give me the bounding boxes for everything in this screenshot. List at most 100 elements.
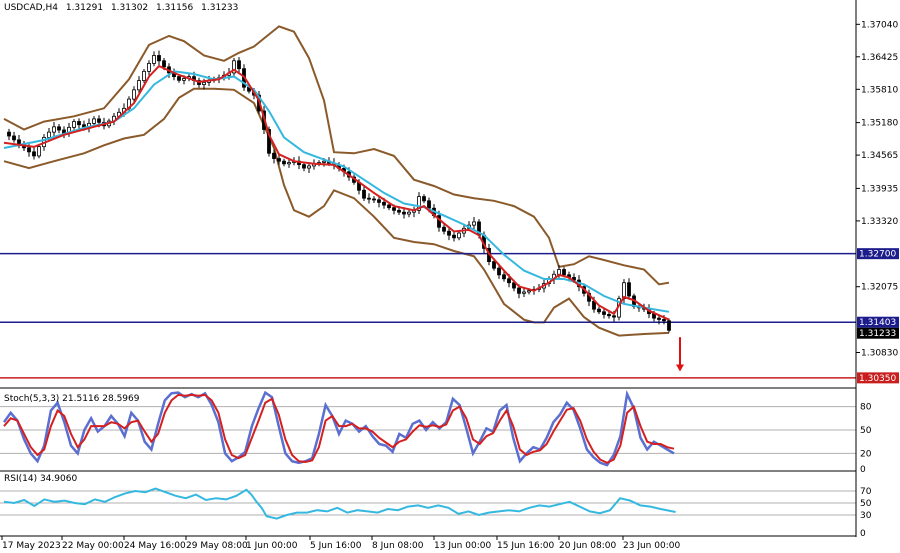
time-tick-label: 1 Jun 00:00: [246, 541, 298, 551]
candle-body: [37, 146, 41, 157]
candle-body: [557, 269, 561, 275]
candle-body: [597, 308, 601, 313]
symbol-label: USDCAD,H4: [4, 3, 58, 13]
candle-body: [602, 311, 606, 315]
candle-body: [612, 315, 616, 318]
candle-body: [322, 160, 326, 163]
level-tag-label-0: 1.32700: [859, 250, 896, 260]
level-tag-label-2: 1.31233: [859, 329, 896, 339]
price-tick-label: 1.37040: [861, 20, 898, 30]
candle-body: [517, 287, 521, 294]
time-tick-label: 22 May 00:00: [62, 541, 124, 551]
stoch-tick-label: 50: [860, 426, 872, 436]
candle-body: [97, 118, 101, 123]
level-tag-label-1: 1.31403: [859, 318, 896, 328]
candle-body: [392, 207, 396, 211]
candle-body: [527, 290, 531, 293]
candle-body: [522, 291, 526, 294]
rsi-tick-label: 0: [860, 529, 866, 539]
candle-body: [147, 63, 151, 72]
rsi-tick-label: 70: [860, 487, 872, 497]
candle-body: [502, 274, 506, 280]
candle-body: [12, 135, 16, 141]
candle-body: [497, 267, 501, 276]
candle-body: [607, 314, 611, 317]
price-tick-label: 1.33935: [861, 184, 898, 194]
candle-body: [202, 82, 206, 85]
time-tick-label: 24 May 16:00: [124, 541, 186, 551]
candle-body: [367, 197, 371, 200]
stoch-tick-label: 80: [860, 403, 872, 413]
candle-body: [137, 80, 141, 91]
candle-body: [562, 269, 566, 276]
candle-body: [17, 139, 21, 145]
rsi-label: RSI(14) 34.9060: [4, 474, 77, 484]
candle-body: [182, 78, 186, 81]
candle-body: [452, 234, 456, 239]
price-tick-label: 1.33320: [861, 217, 898, 227]
candle-body: [32, 151, 36, 157]
candle-body: [47, 131, 51, 138]
close-value: 1.31233: [201, 3, 238, 13]
candle-body: [457, 232, 461, 239]
candle-body: [237, 60, 241, 70]
candle-body: [397, 209, 401, 213]
candle-body: [627, 282, 631, 297]
candle-body: [287, 162, 291, 165]
candle-body: [402, 211, 406, 215]
time-tick-label: 23 Jun 00:00: [623, 541, 680, 551]
candle-body: [77, 121, 81, 126]
usdcad-chart: 1.37040 1.36425 1.35810 1.35180 1.34565 1.339…: [0, 0, 900, 553]
candle-body: [442, 226, 446, 232]
candle-body: [382, 202, 386, 206]
time-tick-label: 5 Jun 16:00: [310, 541, 362, 551]
price-tick-label: 1.34565: [861, 151, 898, 161]
candle-body: [427, 200, 431, 209]
candle-body: [92, 118, 96, 124]
candle-body: [657, 317, 661, 320]
stochastic-label: Stoch(5,3,3) 21.5116 28.5969: [4, 394, 140, 404]
price-tick-label: 1.35180: [861, 119, 898, 129]
candle-body: [272, 152, 276, 159]
candle-body: [422, 196, 426, 202]
price-tick-label: 1.36425: [861, 53, 898, 63]
rsi-tick-label: 30: [860, 511, 872, 521]
candle-body: [72, 121, 76, 128]
candle-body: [282, 160, 286, 165]
high-value: 1.31302: [111, 3, 148, 13]
candle-body: [362, 189, 366, 199]
stoch-tick-label: 20: [860, 449, 872, 459]
chart-header: USDCAD,H4 1.31291 1.31302 1.31156 1.3123…: [4, 3, 238, 13]
candle-body: [377, 199, 381, 203]
candle-body: [7, 131, 11, 137]
candle-body: [57, 126, 61, 131]
open-value: 1.31291: [66, 3, 103, 13]
candle-body: [52, 126, 56, 133]
time-tick-label: 8 Jun 08:00: [372, 541, 424, 551]
candle-body: [472, 221, 476, 226]
candle-body: [662, 319, 666, 322]
time-tick-label: 15 Jun 16:00: [497, 541, 554, 551]
price-tick-label: 1.30830: [861, 348, 898, 358]
time-tick-label: 29 May 08:00: [186, 541, 248, 551]
candle-body: [667, 320, 671, 331]
candle-body: [277, 158, 281, 162]
candle-body: [507, 278, 511, 284]
candle-body: [132, 89, 136, 100]
candle-body: [162, 60, 166, 68]
time-tick-label: 17 May 2023: [2, 541, 61, 551]
rsi-tick-label: 50: [860, 499, 872, 509]
time-tick-label: 20 Jun 08:00: [559, 541, 616, 551]
candle-body: [407, 211, 411, 215]
price-tick-label: 1.35810: [861, 85, 898, 95]
candle-body: [142, 70, 146, 81]
candle-body: [27, 147, 31, 153]
candle-body: [492, 261, 496, 269]
candle-body: [302, 164, 306, 169]
price-tick-label: 1.32075: [861, 283, 898, 293]
low-value: 1.31156: [156, 3, 193, 13]
candle-body: [372, 198, 376, 201]
time-tick-label: 13 Jun 00:00: [434, 541, 491, 551]
candle-body: [177, 76, 181, 81]
candle-body: [387, 204, 391, 209]
